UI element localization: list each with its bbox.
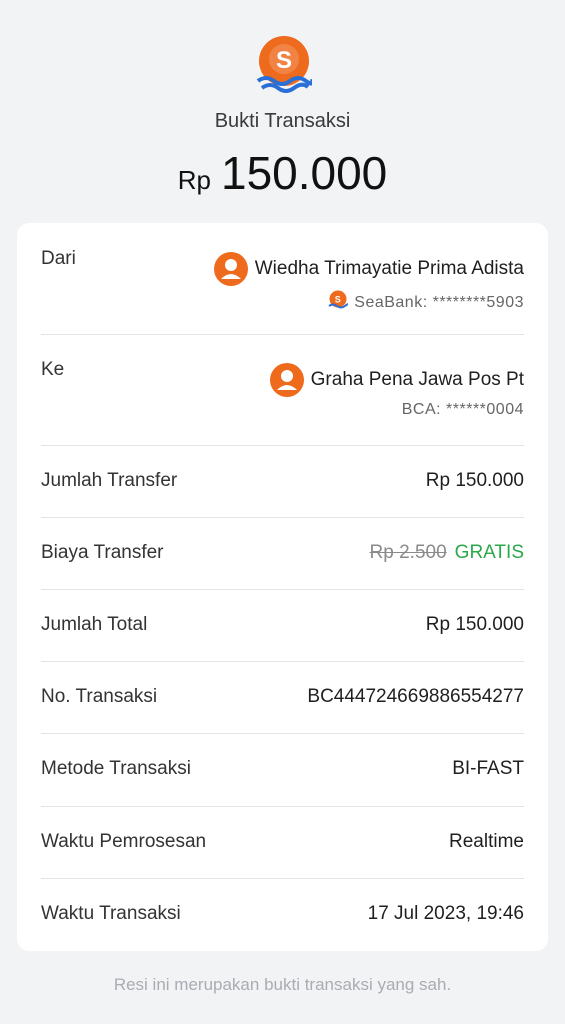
- svg-text:S: S: [335, 295, 342, 305]
- waktu-proses-label: Waktu Pemrosesan: [41, 831, 207, 852]
- jumlah-total-label: Jumlah Total: [41, 614, 148, 635]
- detail-row-waktu-transaksi: Waktu Transaksi 17 Jul 2023, 19:46: [41, 878, 524, 951]
- from-label: Dari: [41, 248, 76, 269]
- biaya-transfer-free-badge: GRATIS: [454, 542, 524, 563]
- metode-label: Metode Transaksi: [41, 758, 191, 779]
- to-name: Graha Pena Jawa Pos Pt: [310, 369, 524, 391]
- jumlah-total-value: Rp 150.000: [425, 614, 524, 635]
- detail-row-waktu-proses: Waktu Pemrosesan Realtime: [41, 806, 524, 879]
- waktu-proses-value: Realtime: [449, 831, 524, 852]
- receipt-card: Dari Wiedha Trimayatie Prima Adista S Se…: [17, 223, 548, 951]
- from-name: Wiedha Trimayatie Prima Adista: [254, 258, 524, 280]
- detail-row-jumlah-transfer: Jumlah Transfer Rp 150.000: [41, 445, 524, 518]
- detail-row-no-transaksi: No. Transaksi BC444724669886554277: [41, 661, 524, 734]
- waktu-transaksi-label: Waktu Transaksi: [41, 903, 181, 924]
- amount-currency: Rp: [177, 165, 211, 195]
- no-transaksi-value[interactable]: BC444724669886554277: [307, 686, 524, 708]
- svg-text:S: S: [276, 47, 292, 74]
- user-avatar-icon: [269, 363, 304, 397]
- detail-row-metode: Metode Transaksi BI-FAST: [41, 733, 524, 807]
- waktu-transaksi-value: 17 Jul 2023, 19:46: [367, 903, 524, 924]
- jumlah-transfer-value: Rp 150.000: [425, 470, 524, 491]
- from-account: S SeaBank: ********5903: [328, 290, 524, 312]
- biaya-transfer-original: Rp 2.500: [369, 542, 447, 563]
- biaya-transfer-value: Rp 2.500 GRATIS: [370, 542, 524, 564]
- biaya-transfer-label: Biaya Transfer: [41, 542, 164, 563]
- detail-row-jumlah-total: Jumlah Total Rp 150.000: [41, 589, 524, 662]
- detail-row-biaya-transfer: Biaya Transfer Rp 2.500 GRATIS: [41, 517, 524, 590]
- to-row: Ke Graha Pena Jawa Pos Pt BCA: ******000…: [41, 334, 524, 446]
- no-transaksi-label: No. Transaksi: [41, 686, 158, 707]
- receipt-footer-note: Resi ini merupakan bukti transaksi yang …: [113, 975, 452, 994]
- to-account: BCA: ******0004: [401, 401, 524, 418]
- transaction-amount: Rp 150.000: [0, 146, 565, 200]
- jumlah-transfer-label: Jumlah Transfer: [41, 470, 178, 491]
- user-avatar-icon: [213, 252, 248, 286]
- to-party: Graha Pena Jawa Pos Pt: [269, 363, 524, 397]
- amount-value: 150.000: [220, 147, 388, 199]
- from-party: Wiedha Trimayatie Prima Adista: [213, 252, 524, 286]
- seabank-logo-icon: S: [256, 35, 315, 93]
- to-label: Ke: [41, 359, 65, 380]
- from-account-text: SeaBank: ********5903: [354, 294, 524, 311]
- page-title: Bukti Transaksi: [214, 110, 351, 132]
- seabank-logo-icon: S: [328, 290, 350, 310]
- from-row: Dari Wiedha Trimayatie Prima Adista S Se…: [41, 223, 524, 335]
- metode-value: BI-FAST: [452, 758, 524, 779]
